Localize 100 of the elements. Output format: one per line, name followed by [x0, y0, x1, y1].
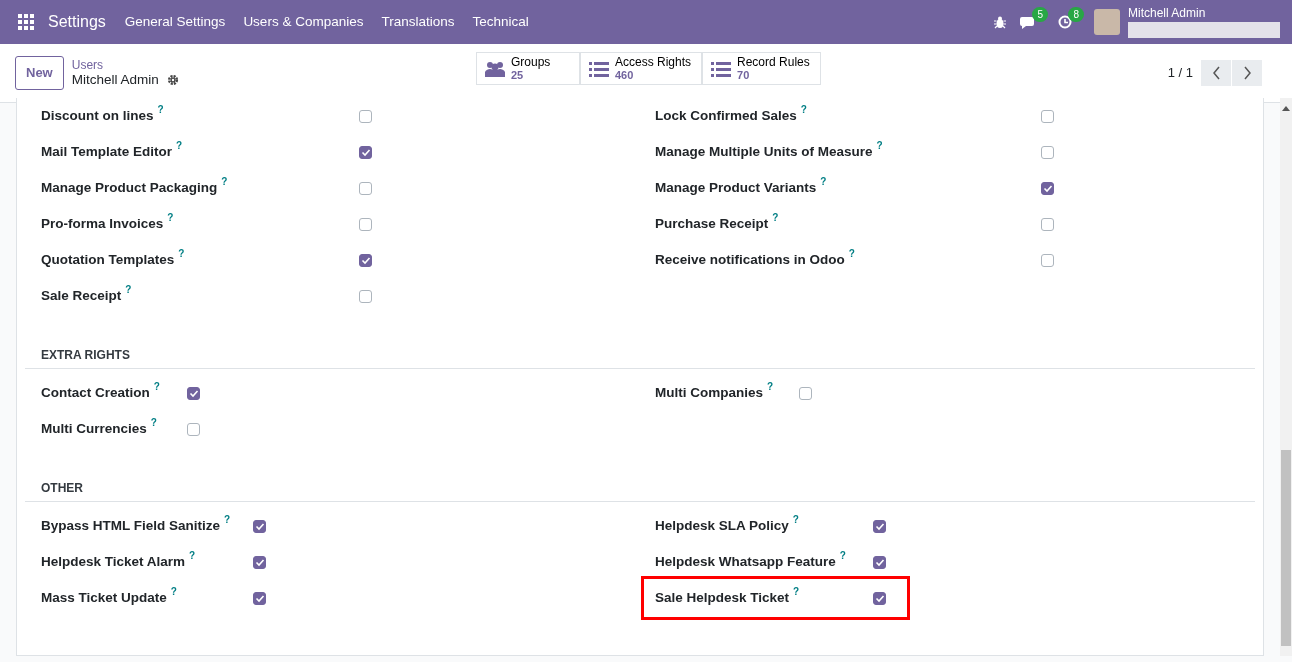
- help-tooltip[interactable]: ?: [189, 551, 196, 561]
- nav-menu-item[interactable]: Technical: [463, 11, 538, 33]
- smart-button[interactable]: Record Rules 70: [702, 52, 821, 85]
- checkmark-icon: [254, 521, 265, 531]
- checkbox[interactable]: [253, 591, 266, 605]
- checkbox[interactable]: [253, 519, 266, 533]
- help-tooltip[interactable]: ?: [170, 587, 177, 597]
- checkbox[interactable]: [1041, 109, 1054, 123]
- checkmark-icon: [188, 388, 199, 398]
- checkmark-icon: [360, 147, 371, 157]
- field-label: Sale Helpdesk Ticket: [655, 590, 790, 606]
- scrollbar[interactable]: [1280, 98, 1292, 656]
- chevron-right-icon: [1242, 66, 1252, 80]
- checkbox[interactable]: [799, 386, 812, 400]
- checkmark-icon: [874, 557, 885, 567]
- previous-button[interactable]: [1201, 60, 1231, 86]
- help-tooltip[interactable]: ?: [820, 177, 827, 187]
- field-label: Manage Multiple Units of Measure: [655, 144, 873, 160]
- new-button[interactable]: New: [15, 56, 64, 90]
- record-title: Mitchell Admin: [71, 72, 159, 88]
- checkbox[interactable]: [187, 422, 200, 436]
- count-badge: 8: [1068, 7, 1084, 22]
- checkmark-icon: [874, 521, 885, 531]
- field-label: Lock Confirmed Sales: [655, 108, 797, 124]
- app-title[interactable]: Settings: [38, 10, 116, 34]
- field-label: Discount on lines: [41, 108, 154, 124]
- help-tooltip[interactable]: ?: [176, 141, 183, 151]
- smart-button[interactable]: Groups 25: [476, 52, 580, 85]
- section-heading: EXTRA RIGHTS: [25, 338, 1255, 369]
- checkbox[interactable]: [359, 109, 372, 123]
- checkbox[interactable]: [873, 591, 886, 605]
- checkbox[interactable]: [359, 217, 372, 231]
- help-tooltip[interactable]: ?: [800, 105, 807, 115]
- help-tooltip[interactable]: ?: [153, 382, 160, 392]
- list-icon: [589, 60, 609, 77]
- help-tooltip[interactable]: ?: [772, 213, 779, 223]
- help-tooltip[interactable]: ?: [793, 587, 800, 597]
- smart-button[interactable]: Access Rights 460: [580, 52, 703, 85]
- checkbox[interactable]: [1041, 145, 1054, 159]
- help-tooltip[interactable]: ?: [157, 105, 164, 115]
- field-label: Bypass HTML Field Sanitize: [41, 518, 221, 534]
- field-label: Multi Companies: [655, 385, 763, 401]
- checkbox[interactable]: [359, 289, 372, 303]
- checkbox[interactable]: [253, 555, 266, 569]
- help-tooltip[interactable]: ?: [848, 249, 855, 259]
- field-label: Purchase Receipt: [655, 216, 769, 232]
- chevron-left-icon: [1211, 66, 1221, 80]
- checkbox[interactable]: [187, 386, 200, 400]
- bug-icon[interactable]: [994, 15, 1006, 29]
- field-label: Mass Ticket Update: [41, 590, 167, 606]
- scroll-up-icon[interactable]: [1282, 106, 1290, 111]
- help-tooltip[interactable]: ?: [767, 382, 774, 392]
- field-label: Contact Creation: [41, 385, 150, 401]
- checkbox[interactable]: [873, 555, 886, 569]
- nav-menu-item[interactable]: General Settings: [115, 11, 235, 33]
- field-label: Sale Receipt: [41, 288, 122, 304]
- checkbox[interactable]: [1041, 181, 1054, 195]
- help-tooltip[interactable]: ?: [167, 213, 174, 223]
- checkmark-icon: [254, 557, 265, 567]
- scrollbar-thumb[interactable]: [1281, 450, 1291, 646]
- help-tooltip[interactable]: ?: [178, 249, 185, 259]
- checkbox[interactable]: [1041, 253, 1054, 267]
- field-label: Pro-forma Invoices: [41, 216, 164, 232]
- field-label: Mail Template Editor: [41, 144, 173, 160]
- field-label: Manage Product Packaging: [41, 180, 218, 196]
- field-label: Multi Currencies: [41, 421, 147, 437]
- breadcrumb-link[interactable]: Users: [71, 58, 179, 72]
- checkmark-icon: [874, 593, 885, 603]
- field-label: Helpdesk Ticket Alarm: [41, 554, 186, 570]
- checkbox[interactable]: [359, 145, 372, 159]
- help-tooltip[interactable]: ?: [224, 515, 231, 525]
- checkbox[interactable]: [1041, 217, 1054, 231]
- checkmark-icon: [1042, 183, 1053, 193]
- help-tooltip[interactable]: ?: [221, 177, 228, 187]
- field-label: Manage Product Variants: [655, 180, 817, 196]
- checkbox[interactable]: [359, 181, 372, 195]
- checkmark-icon: [254, 593, 265, 603]
- checkbox[interactable]: [873, 519, 886, 533]
- help-tooltip[interactable]: ?: [876, 141, 883, 151]
- count-badge: 5: [1032, 7, 1048, 22]
- next-button[interactable]: [1232, 60, 1262, 86]
- help-tooltip[interactable]: ?: [150, 418, 157, 428]
- help-tooltip[interactable]: ?: [792, 515, 799, 525]
- checkbox[interactable]: [359, 253, 372, 267]
- user-name[interactable]: Mitchell Admin: [1128, 6, 1280, 20]
- list-icon: [711, 60, 732, 77]
- help-tooltip[interactable]: ?: [125, 285, 132, 295]
- nav-menu-item[interactable]: Translations: [372, 11, 464, 33]
- clock-icon[interactable]: [1058, 15, 1072, 29]
- pager-value[interactable]: 1 / 1: [1167, 63, 1193, 83]
- settings-icon[interactable]: [166, 74, 179, 86]
- field-label: Helpdesk Whatsapp Feature: [655, 554, 836, 570]
- field-label: Helpdesk SLA Policy: [655, 518, 789, 534]
- field-label: Quotation Templates: [41, 252, 175, 268]
- apps-menu-icon[interactable]: [18, 14, 34, 30]
- field-label: Receive notifications in Odoo: [655, 252, 845, 268]
- chat-icon[interactable]: [1020, 15, 1036, 29]
- help-tooltip[interactable]: ?: [839, 551, 846, 561]
- checkmark-icon: [360, 255, 371, 265]
- nav-menu-item[interactable]: Users & Companies: [234, 11, 373, 33]
